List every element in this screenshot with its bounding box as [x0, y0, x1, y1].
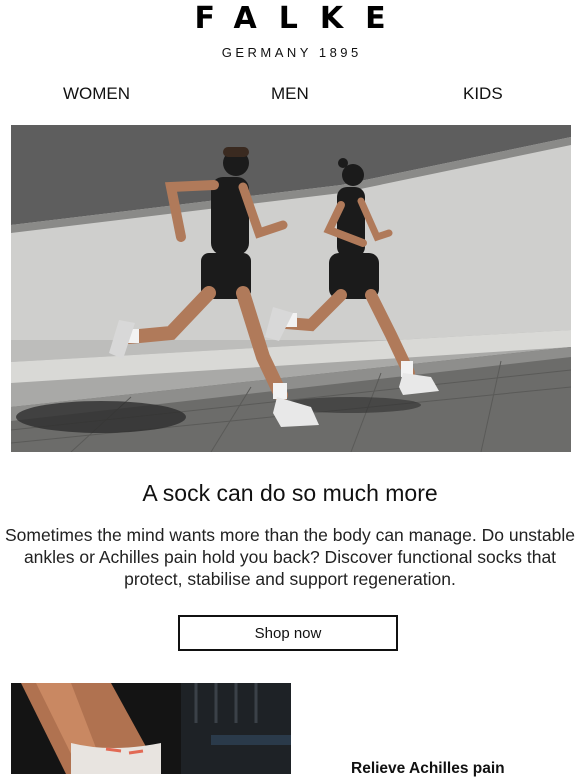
hero-runners-photo	[11, 125, 571, 452]
brand-logo[interactable]: FALKE	[0, 4, 580, 34]
brand-tagline: GERMANY 1895	[221, 45, 362, 60]
nav-item-women[interactable]: WOMEN	[63, 84, 130, 104]
headline: A sock can do so much more	[142, 480, 438, 506]
nav-item-kids[interactable]: KIDS	[463, 84, 503, 104]
main-nav: WOMEN MEN KIDS	[0, 84, 580, 106]
shop-now-button[interactable]: Shop now	[178, 615, 398, 651]
body-copy: Sometimes the mind wants more than the b…	[4, 525, 576, 589]
product-title[interactable]: Relieve Achilles pain	[351, 760, 505, 778]
hero-image[interactable]	[11, 125, 571, 452]
nav-item-men[interactable]: MEN	[271, 84, 309, 104]
product-image[interactable]	[11, 683, 291, 774]
achilles-sock-photo	[11, 683, 291, 774]
